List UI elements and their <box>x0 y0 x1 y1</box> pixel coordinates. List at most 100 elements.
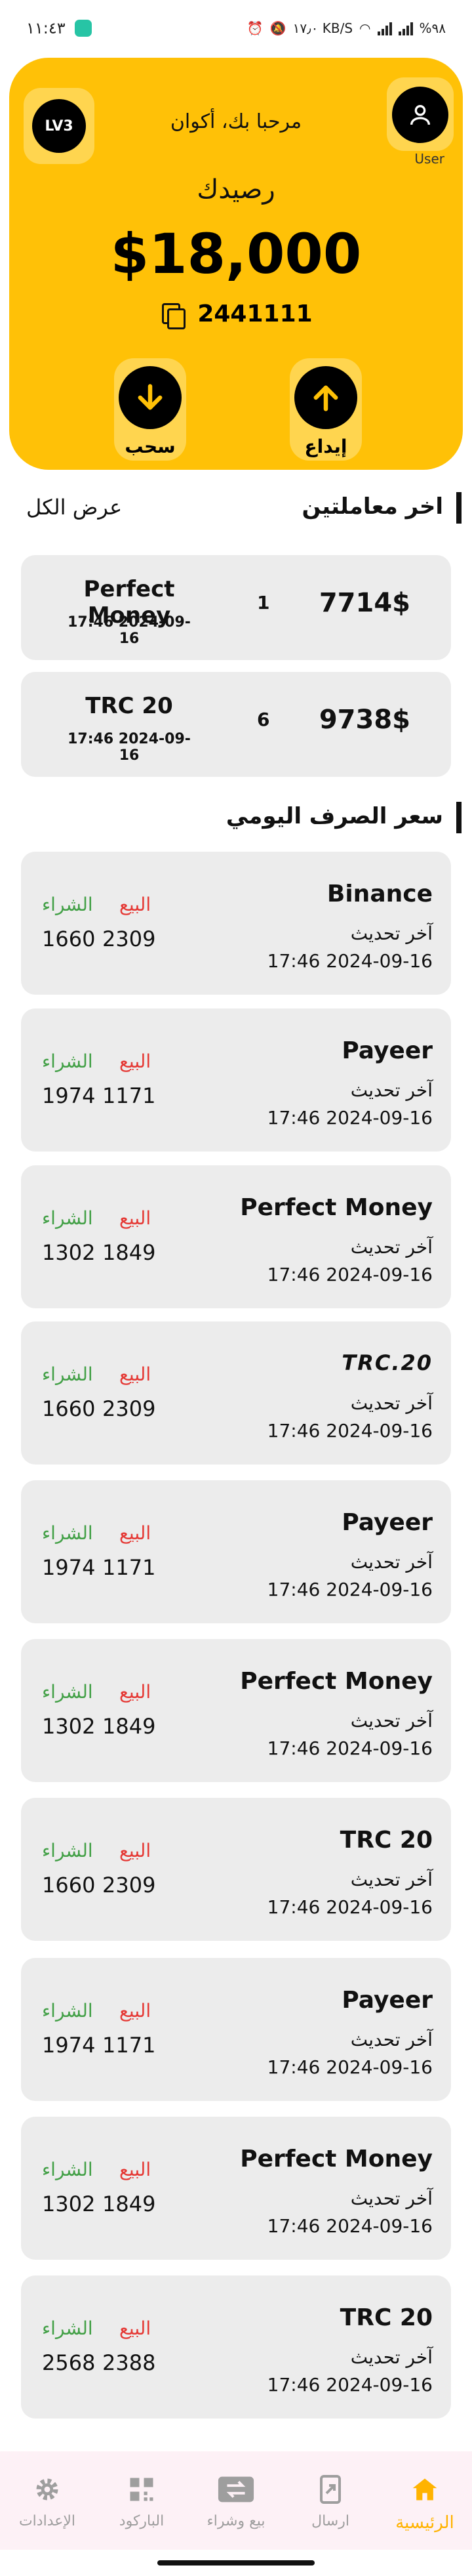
status-time: ١١:٤٣ <box>26 19 66 37</box>
user-profile-button[interactable] <box>387 77 454 151</box>
rate-card[interactable]: Perfect Money آخر تحديث 17:46 2024-09-16… <box>21 1639 451 1782</box>
rate-date: 17:46 2024-09-16 <box>267 1737 433 1759</box>
sell-label: البيع <box>119 2317 151 2339</box>
balance-card: LV3 مرحبا بك، أكوان User رصيدك $18,000 2… <box>9 58 463 470</box>
section-accent-bar <box>456 492 462 524</box>
transaction-date: 17:46 2024-09-16 <box>68 614 191 647</box>
buy-label: الشراء <box>42 2159 93 2180</box>
last-update-label: آخر تحديث <box>350 2188 433 2209</box>
nav-settings[interactable]: الإعدادات <box>5 2471 90 2529</box>
nav-home[interactable]: الرئيسية <box>382 2471 467 2533</box>
wifi-icon: ◠ <box>359 20 371 36</box>
sell-price: 1171 <box>102 1555 156 1580</box>
bottom-navigation: الرئيسية ارسال بيع وشراء الباركود الإعدا… <box>0 2451 472 2550</box>
nav-qr[interactable]: الباركود <box>99 2471 184 2529</box>
withdraw-button[interactable]: سحب <box>114 358 186 461</box>
rate-date: 17:46 2024-09-16 <box>267 1264 433 1285</box>
rate-date: 17:46 2024-09-16 <box>267 950 433 972</box>
balance-label: رصيدك <box>197 175 275 205</box>
last-update-label: آخر تحديث <box>350 1079 433 1101</box>
rate-card[interactable]: Payeer آخر تحديث 17:46 2024-09-16 البيع … <box>21 1958 451 2101</box>
transactions-header: اخر معاملتين عرض الكل <box>0 489 472 526</box>
network-speed: ١٧٫٠ KB/S <box>292 20 353 36</box>
rate-card[interactable]: Binance آخر تحديث 17:46 2024-09-16 البيع… <box>21 852 451 995</box>
section-accent-bar <box>456 802 462 833</box>
nav-send-label: ارسال <box>311 2513 349 2529</box>
buy-price: 1974 <box>42 2033 96 2058</box>
nav-send[interactable]: ارسال <box>288 2471 373 2529</box>
rate-card[interactable]: Perfect Money آخر تحديث 17:46 2024-09-16… <box>21 1165 451 1308</box>
app-notification-icon <box>74 20 92 37</box>
transaction-count: 6 <box>257 709 270 730</box>
transaction-method: TRC 20 <box>85 693 173 719</box>
mute-icon: 🔕 <box>269 20 286 36</box>
sell-price: 1171 <box>102 2033 156 2058</box>
sell-label: البيع <box>119 1681 151 1703</box>
rate-name: Binance <box>326 881 433 907</box>
rate-date: 17:46 2024-09-16 <box>267 1107 433 1129</box>
buy-price: 1660 <box>42 1396 96 1421</box>
transaction-amount: 9738$ <box>319 705 410 735</box>
transaction-count: 1 <box>257 592 270 613</box>
rate-name: Perfect Money <box>240 1668 433 1695</box>
user-icon <box>392 87 448 143</box>
transaction-card[interactable]: Perfect Money 17:46 2024-09-16 1 7714$ <box>21 555 451 660</box>
nav-home-label: الرئيسية <box>395 2513 454 2533</box>
buy-label: الشراء <box>42 2000 93 2022</box>
rate-name: Perfect Money <box>240 2146 433 2172</box>
status-right: ⏰ 🔕 ١٧٫٠ KB/S ◠ %٩٨ <box>247 20 446 36</box>
last-update-label: آخر تحديث <box>350 2346 433 2368</box>
trc20-logo: TRC.20 <box>342 1350 433 1375</box>
exchange-icon <box>217 2471 255 2508</box>
signal-icon <box>377 21 392 35</box>
rate-card[interactable]: TRC 20 آخر تحديث 17:46 2024-09-16 البيع … <box>21 2275 451 2419</box>
rate-name: TRC 20 <box>340 1827 433 1854</box>
copy-icon[interactable] <box>159 302 186 329</box>
buy-price: 2568 <box>42 2350 96 2375</box>
buy-price: 1974 <box>42 1555 96 1580</box>
buy-label: الشراء <box>42 894 93 915</box>
gear-icon <box>33 2471 62 2508</box>
buy-label: الشراء <box>42 2317 93 2339</box>
sell-price: 2309 <box>102 1396 156 1421</box>
buy-label: الشراء <box>42 1363 93 1385</box>
rate-card[interactable]: TRC 20 آخر تحديث 17:46 2024-09-16 البيع … <box>21 1798 451 1941</box>
alarm-icon: ⏰ <box>246 20 264 36</box>
last-update-label: آخر تحديث <box>350 1236 433 1258</box>
deposit-button[interactable]: إيداع <box>290 358 362 461</box>
rates-header: سعر الصرف اليومي <box>0 799 472 836</box>
view-all-link[interactable]: عرض الكل <box>26 495 122 520</box>
sell-price: 1849 <box>102 2192 156 2216</box>
sell-label: البيع <box>119 1050 151 1072</box>
qr-code-icon <box>128 2471 155 2508</box>
buy-label: الشراء <box>42 1840 93 1861</box>
withdraw-label: سحب <box>125 436 176 457</box>
rate-name: Perfect Money <box>240 1194 433 1221</box>
rate-card[interactable]: Payeer آخر تحديث 17:46 2024-09-16 البيع … <box>21 1480 451 1623</box>
rate-name: Payeer <box>342 1509 433 1536</box>
rate-date: 17:46 2024-09-16 <box>267 1896 433 1918</box>
sell-price: 1849 <box>102 1714 156 1739</box>
last-update-label: آخر تحديث <box>350 2029 433 2050</box>
last-update-label: آخر تحديث <box>350 923 433 944</box>
nav-exchange[interactable]: بيع وشراء <box>193 2471 279 2529</box>
rate-name: Payeer <box>342 1037 433 1064</box>
sell-price: 2388 <box>102 2350 156 2375</box>
arrow-down-icon <box>119 366 182 429</box>
rate-name: TRC 20 <box>340 2304 433 2331</box>
buy-label: الشراء <box>42 1050 93 1072</box>
transaction-card[interactable]: TRC 20 17:46 2024-09-16 6 9738$ <box>21 672 451 777</box>
sell-label: البيع <box>119 894 151 915</box>
last-update-label: آخر تحديث <box>350 1710 433 1732</box>
nav-qr-label: الباركود <box>119 2513 165 2529</box>
buy-price: 1302 <box>42 1714 96 1739</box>
rate-card[interactable]: Perfect Money آخر تحديث 17:46 2024-09-16… <box>21 2117 451 2260</box>
sell-price: 2309 <box>102 926 156 951</box>
battery-level: %٩٨ <box>419 20 446 36</box>
rate-card[interactable]: Payeer آخر تحديث 17:46 2024-09-16 البيع … <box>21 1008 451 1152</box>
rate-date: 17:46 2024-09-16 <box>267 2056 433 2078</box>
transaction-date: 17:46 2024-09-16 <box>68 731 191 764</box>
user-label: User <box>414 151 444 167</box>
rate-card[interactable]: TRC.20 آخر تحديث 17:46 2024-09-16 البيع … <box>21 1321 451 1465</box>
buy-label: الشراء <box>42 1681 93 1703</box>
